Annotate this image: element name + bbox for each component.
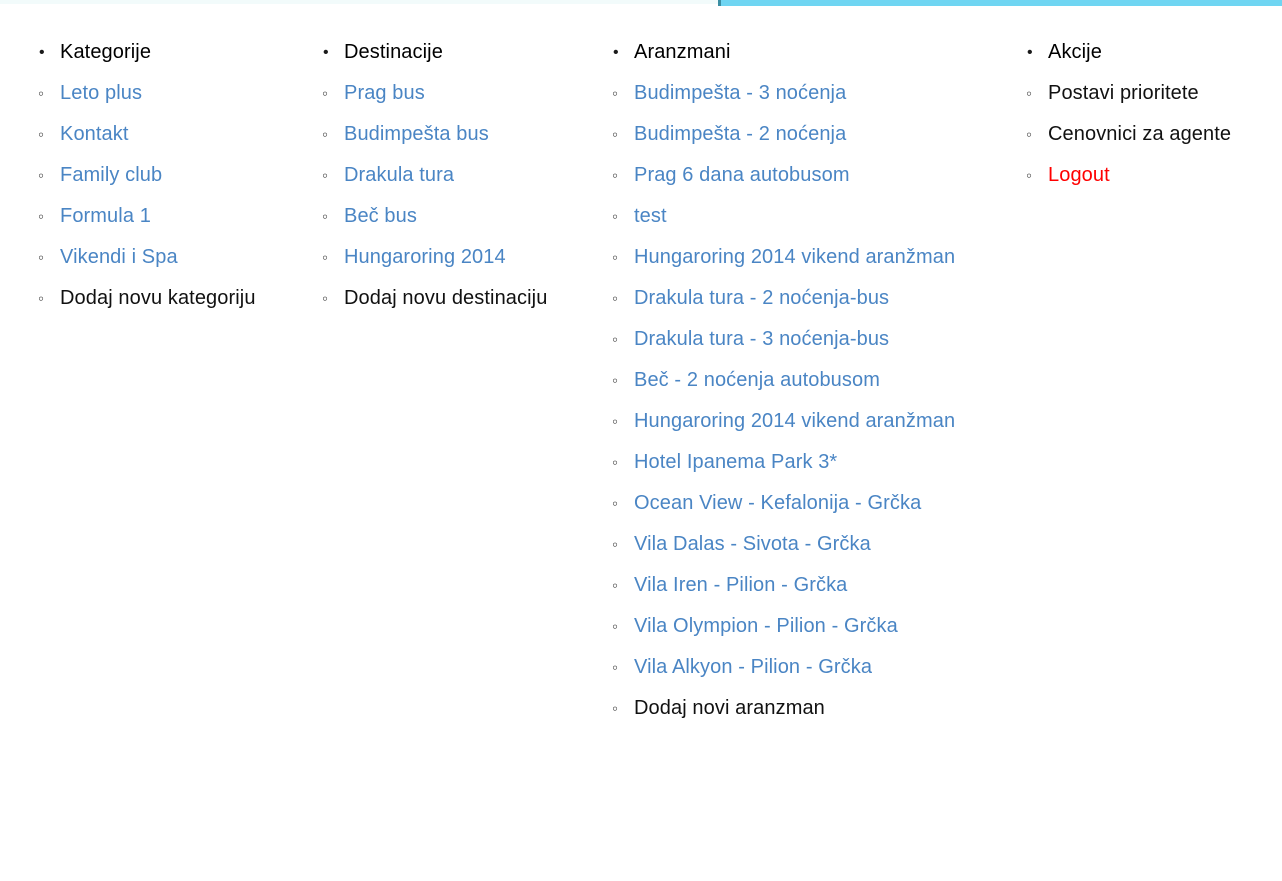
menu-column: Kategorije Leto plus Kontakt Family club For… — [38, 32, 338, 319]
menu-item[interactable]: Budimpešta - 2 noćenja — [612, 114, 1022, 155]
menu-list: Aranzmani Budimpešta - 3 noćenja Budimpešt… — [612, 32, 1022, 729]
menu-item[interactable]: test — [612, 196, 1022, 237]
menu-item-label[interactable]: Prag 6 dana autobusom — [634, 164, 850, 186]
menu-item-label[interactable]: Drakula tura - 2 noćenja-bus — [634, 287, 889, 309]
menu-section-header-label: Kategorije — [60, 41, 152, 63]
menu-item[interactable]: Hungaroring 2014 vikend aranžman — [612, 237, 1022, 278]
menu-item-label[interactable]: Vila Iren - Pilion - Grčka — [634, 574, 847, 596]
menu-item[interactable]: Drakula tura - 2 noćenja-bus — [612, 278, 1022, 319]
menu-item-label[interactable]: Vila Dalas - Sivota - Grčka — [634, 533, 871, 555]
menu-item[interactable]: Family club — [38, 155, 338, 196]
menu-list: Kategorije Leto plus Kontakt Family club For… — [38, 32, 338, 319]
menu-item[interactable]: Vila Iren - Pilion - Grčka — [612, 565, 1022, 606]
menu-item[interactable]: Dodaj novi aranzman — [612, 688, 1022, 729]
menu-item[interactable]: Beč - 2 noćenja autobusom — [612, 360, 1022, 401]
menu-item-label[interactable]: Prag bus — [344, 82, 425, 104]
menu-item-label[interactable]: Beč - 2 noćenja autobusom — [634, 369, 880, 391]
menu-section-header-label: Aranzmani — [634, 41, 731, 63]
menu-column: Destinacije Prag bus Budimpešta bus Drakula… — [322, 32, 632, 319]
menu-item-label[interactable]: Budimpešta bus — [344, 123, 489, 145]
menu-item[interactable]: Formula 1 — [38, 196, 338, 237]
menu-item-label[interactable]: Beč bus — [344, 205, 417, 227]
menu-item[interactable]: Hotel Ipanema Park 3* — [612, 442, 1022, 483]
menu-item-label[interactable]: Drakula tura — [344, 164, 454, 186]
menu-item-label[interactable]: Dodaj novu destinaciju — [344, 287, 547, 309]
menu-section-header: Aranzmani — [612, 32, 1022, 73]
menu-column: Akcije Postavi prioritete Cenovnici za age… — [1026, 32, 1282, 196]
menu-item-label[interactable]: Vikendi i Spa — [60, 246, 178, 268]
menu-section-header: Akcije — [1026, 32, 1282, 73]
menu-item[interactable]: Prag 6 dana autobusom — [612, 155, 1022, 196]
menu-section-header-label: Destinacije — [344, 41, 443, 63]
menu-item[interactable]: Vila Dalas - Sivota - Grčka — [612, 524, 1022, 565]
menu-item-label[interactable]: Formula 1 — [60, 205, 151, 227]
menu-item-label[interactable]: Logout — [1048, 164, 1110, 186]
menu-item[interactable]: Prag bus — [322, 73, 632, 114]
menu-item[interactable]: Logout — [1026, 155, 1282, 196]
admin-menu-columns: Kategorije Leto plus Kontakt Family club For… — [0, 0, 1282, 881]
menu-item[interactable]: Dodaj novu kategoriju — [38, 278, 338, 319]
menu-item-label[interactable]: Postavi prioritete — [1048, 82, 1199, 104]
menu-column: Aranzmani Budimpešta - 3 noćenja Budimpešt… — [612, 32, 1022, 729]
menu-item-label[interactable]: Hungaroring 2014 vikend aranžman — [634, 246, 955, 268]
menu-item-label[interactable]: Budimpešta - 3 noćenja — [634, 82, 846, 104]
menu-item[interactable]: Budimpešta - 3 noćenja — [612, 73, 1022, 114]
menu-section-header-label: Akcije — [1048, 41, 1102, 63]
menu-item-label[interactable]: Dodaj novi aranzman — [634, 697, 825, 719]
menu-item[interactable]: Vikendi i Spa — [38, 237, 338, 278]
menu-item-label[interactable]: Ocean View - Kefalonija - Grčka — [634, 492, 921, 514]
menu-item-label[interactable]: Hungaroring 2014 — [344, 246, 506, 268]
menu-list: Destinacije Prag bus Budimpešta bus Drakula… — [322, 32, 632, 319]
menu-item[interactable]: Vila Olympion - Pilion - Grčka — [612, 606, 1022, 647]
menu-item-label[interactable]: Vila Alkyon - Pilion - Grčka — [634, 656, 872, 678]
menu-item[interactable]: Hungaroring 2014 vikend aranžman — [612, 401, 1022, 442]
menu-item-label[interactable]: Vila Olympion - Pilion - Grčka — [634, 615, 898, 637]
menu-item[interactable]: Hungaroring 2014 — [322, 237, 632, 278]
menu-item[interactable]: Kontakt — [38, 114, 338, 155]
menu-item-label[interactable]: Drakula tura - 3 noćenja-bus — [634, 328, 889, 350]
menu-item[interactable]: Leto plus — [38, 73, 338, 114]
menu-item[interactable]: Cenovnici za agente — [1026, 114, 1282, 155]
menu-item-label[interactable]: Kontakt — [60, 123, 129, 145]
menu-item[interactable]: Vila Alkyon - Pilion - Grčka — [612, 647, 1022, 688]
menu-section-header: Destinacije — [322, 32, 632, 73]
menu-item-label[interactable]: Hotel Ipanema Park 3* — [634, 451, 837, 473]
menu-item-label[interactable]: Dodaj novu kategoriju — [60, 287, 256, 309]
menu-item-label[interactable]: Leto plus — [60, 82, 142, 104]
menu-item-label[interactable]: Budimpešta - 2 noćenja — [634, 123, 846, 145]
menu-item-label[interactable]: Family club — [60, 164, 162, 186]
menu-item[interactable]: Drakula tura - 3 noćenja-bus — [612, 319, 1022, 360]
menu-item[interactable]: Postavi prioritete — [1026, 73, 1282, 114]
menu-item[interactable]: Ocean View - Kefalonija - Grčka — [612, 483, 1022, 524]
menu-item-label[interactable]: test — [634, 205, 667, 227]
menu-item-label[interactable]: Cenovnici za agente — [1048, 123, 1231, 145]
menu-section-header: Kategorije — [38, 32, 338, 73]
menu-item[interactable]: Beč bus — [322, 196, 632, 237]
menu-item[interactable]: Drakula tura — [322, 155, 632, 196]
menu-item[interactable]: Budimpešta bus — [322, 114, 632, 155]
menu-list: Akcije Postavi prioritete Cenovnici za age… — [1026, 32, 1282, 196]
menu-item-label[interactable]: Hungaroring 2014 vikend aranžman — [634, 410, 955, 432]
menu-item[interactable]: Dodaj novu destinaciju — [322, 278, 632, 319]
